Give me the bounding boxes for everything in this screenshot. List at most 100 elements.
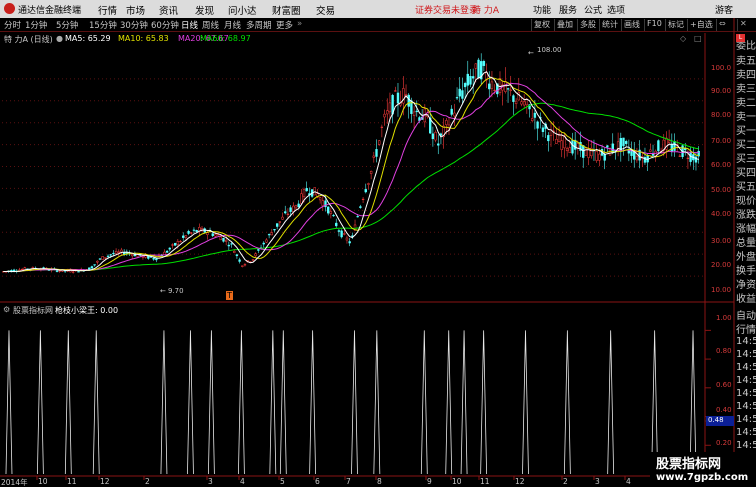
candle-body [364,189,367,193]
candle-body [466,73,469,86]
candle-body [109,254,112,256]
candle-body [179,241,182,243]
indicator-spike [522,330,529,475]
indicator-name[interactable]: 股票指标网 [13,305,53,316]
candle-body [624,141,628,144]
event-marker-icon[interactable]: T [226,291,233,300]
candle-body [595,150,598,161]
candle-body [531,118,534,122]
candle-body [407,94,410,107]
candle-body [227,244,231,247]
quote-panel: 委比 卖五 卖四 卖三 卖二 卖一 买一 买二 买三 买四 买五 现价 涨跌 涨… [735,33,756,453]
quote-label: 涨幅 [736,224,756,235]
candle-body [216,234,220,236]
candle-body [286,213,290,215]
candle-body [471,76,475,79]
candle-body [251,259,255,261]
indicator-bar: ⚙ 股票指标网 枪枝小梁王: 0.00 [0,304,705,316]
x-label: 11 [67,477,77,486]
y-tick: 90.00 [711,87,732,95]
candle-body [547,135,550,142]
candle-body [192,229,196,231]
indicator-settings-icon[interactable]: ⚙ [3,305,10,314]
x-label: 2 [145,477,150,486]
candle-body [58,270,61,272]
quote-label: 涨跌 [736,210,756,221]
quote-label: 总量 [736,238,756,249]
x-label: 10 [38,477,48,486]
candle-body [520,101,523,105]
tick-time: 14:50 [736,336,756,347]
candle-body [506,88,510,90]
kline-chart[interactable] [0,0,756,487]
candle-body [649,149,652,152]
candle-body [176,241,180,245]
candle-body [257,249,260,251]
candle-body [88,267,91,270]
ind-y-tick: 1.00 [716,314,732,322]
candle-body [522,101,526,106]
candle-body [678,155,682,157]
y-tick: 70.00 [711,137,732,145]
quote-label: 卖一 [736,112,756,123]
indicator-spike [238,330,245,475]
indicator-spike [187,330,194,475]
candle-body [340,230,343,238]
candle-body [326,206,330,214]
x-label: 11 [480,477,490,486]
candle-body [474,63,478,69]
candle-body [262,242,265,245]
candle-body [187,231,190,234]
candle-body [670,144,674,152]
auto-label[interactable]: 自动 [736,307,756,322]
candle-body [294,205,298,209]
candle-body [332,215,335,217]
candle-body [173,242,177,246]
candle-body [20,269,24,271]
candle-body [651,153,655,156]
indicator-value-label: 枪枝小梁王: 0.00 [55,306,119,315]
indicator-spike [351,330,358,475]
tick-time: 14:50 [736,401,756,412]
candle-body [582,145,585,158]
candle-body [375,149,378,157]
candle-body [598,153,601,161]
candle-body [509,89,512,92]
quote-label: 买四 [736,168,756,179]
candle-body [361,198,365,200]
candle-body [211,233,214,236]
candle-body [565,148,569,151]
high-arrow-icon: ← [528,49,534,57]
candle-body [235,254,239,257]
candle-body [453,112,456,117]
indicator-spike [607,330,615,475]
candle-body [359,206,362,208]
candle-body [77,271,80,273]
candle-body [243,264,247,266]
candle-body [131,254,134,257]
candle-body [305,188,308,192]
x-label: 4 [626,477,631,486]
ind-y-tick: 0.40 [716,406,732,414]
quote-label: 净资 [736,280,756,291]
indicator-spike [160,330,168,475]
candle-body [224,239,228,242]
auto-label[interactable]: 行情 [736,321,756,336]
indicator-spike [92,330,100,475]
quote-label: 买五 [736,182,756,193]
candle-body [190,232,193,234]
candle-body [112,252,115,255]
candle-body [267,234,271,236]
indicator-spike [208,330,215,475]
candle-body [297,203,300,207]
y-tick: 40.00 [711,210,732,218]
candle-body [96,260,99,263]
y-tick: 30.00 [711,237,732,245]
ind-y-tick: 0.20 [716,439,732,447]
candle-body [517,92,520,101]
indicator-spike [460,330,468,475]
quote-label: 卖四 [736,70,756,81]
candle-body [386,110,389,115]
quote-label: 换手 [736,266,756,277]
y-tick: 80.00 [711,111,732,119]
